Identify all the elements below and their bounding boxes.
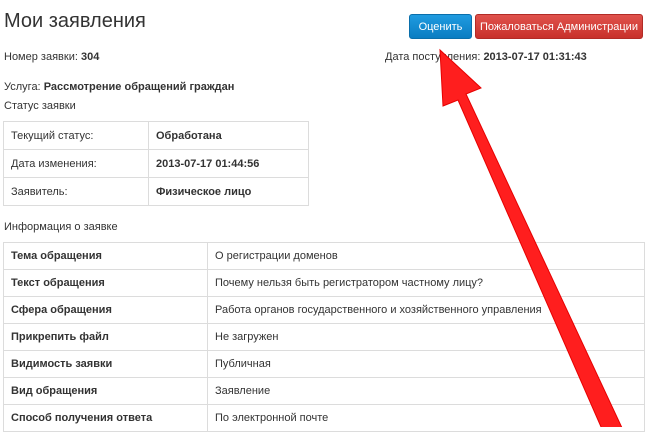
status-label: Текущий статус: bbox=[3, 121, 149, 150]
table-row: Заявитель: Физическое лицо bbox=[3, 177, 309, 206]
request-number-label: Номер заявки: bbox=[4, 51, 78, 63]
info-value: Не загружен bbox=[207, 323, 645, 351]
info-label: Прикрепить файл bbox=[3, 323, 208, 351]
changed-date-value: 2013-07-17 01:44:56 bbox=[148, 149, 309, 178]
changed-date-label: Дата изменения: bbox=[3, 149, 149, 178]
table-row: Прикрепить файл Не загружен bbox=[3, 323, 645, 351]
status-table: Текущий статус: Обработана Дата изменени… bbox=[3, 121, 309, 206]
info-label: Способ получения ответа bbox=[3, 404, 208, 432]
info-value: Заявление bbox=[207, 377, 645, 405]
service: Услуга: Рассмотрение обращений граждан bbox=[4, 80, 234, 94]
info-value: Почему нельзя быть регистратором частном… bbox=[207, 269, 645, 297]
complain-to-admin-button[interactable]: Пожаловаться Администрации bbox=[475, 14, 643, 39]
table-row: Дата изменения: 2013-07-17 01:44:56 bbox=[3, 149, 309, 178]
status-value: Обработана bbox=[148, 121, 309, 150]
info-value: О регистрации доменов bbox=[207, 242, 645, 270]
info-value: Публичная bbox=[207, 350, 645, 378]
table-row: Тема обращения О регистрации доменов bbox=[3, 242, 645, 270]
page-title: Мои заявления bbox=[4, 10, 146, 32]
applicant-label: Заявитель: bbox=[3, 177, 149, 206]
received-date-value: 2013-07-17 01:31:43 bbox=[483, 51, 587, 63]
table-row: Текст обращения Почему нельзя быть регис… bbox=[3, 269, 645, 297]
service-value: Рассмотрение обращений граждан bbox=[43, 81, 235, 93]
status-heading: Статус заявки bbox=[4, 100, 76, 112]
info-label: Текст обращения bbox=[3, 269, 208, 297]
info-value: По электронной почте bbox=[207, 404, 645, 432]
info-label: Видимость заявки bbox=[3, 350, 208, 378]
service-label: Услуга: bbox=[4, 81, 41, 93]
table-row: Текущий статус: Обработана bbox=[3, 121, 309, 150]
info-label: Тема обращения bbox=[3, 242, 208, 270]
info-label: Вид обращения bbox=[3, 377, 208, 405]
table-row: Способ получения ответа По электронной п… bbox=[3, 404, 645, 432]
rate-button[interactable]: Оценить bbox=[409, 14, 472, 39]
table-row: Видимость заявки Публичная bbox=[3, 350, 645, 378]
info-heading: Информация о заявке bbox=[4, 221, 118, 233]
table-row: Сфера обращения Работа органов государст… bbox=[3, 296, 645, 324]
info-table: Тема обращения О регистрации доменов Тек… bbox=[3, 242, 645, 432]
received-date-label: Дата поступления: bbox=[385, 51, 481, 63]
info-label: Сфера обращения bbox=[3, 296, 208, 324]
request-number: Номер заявки: 304 bbox=[4, 50, 99, 64]
received-date: Дата поступления: 2013-07-17 01:31:43 bbox=[385, 50, 587, 64]
applicant-value: Физическое лицо bbox=[148, 177, 309, 206]
request-number-value: 304 bbox=[80, 51, 100, 63]
table-row: Вид обращения Заявление bbox=[3, 377, 645, 405]
info-value: Работа органов государственного и хозяйс… bbox=[207, 296, 645, 324]
